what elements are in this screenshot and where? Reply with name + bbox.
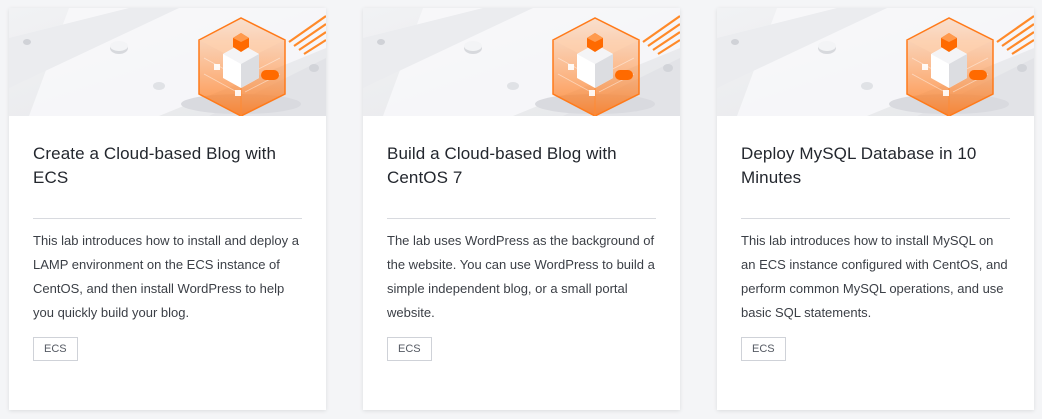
cloud-server-cube-illustration — [717, 8, 1034, 116]
cloud-server-cube-illustration — [363, 8, 680, 116]
product-tag[interactable]: ECS — [741, 337, 786, 361]
lab-card[interactable]: Create a Cloud-based Blog with ECS This … — [9, 8, 326, 410]
banner-image — [9, 8, 326, 116]
lab-card[interactable]: Build a Cloud-based Blog with CentOS 7 T… — [363, 8, 680, 410]
lab-card[interactable]: Deploy MySQL Database in 10 Minutes This… — [717, 8, 1034, 410]
card-divider — [387, 218, 656, 219]
banner-image — [717, 8, 1034, 116]
card-description: The lab uses WordPress as the background… — [387, 233, 655, 320]
card-title[interactable]: Deploy MySQL Database in 10 Minutes — [741, 142, 1010, 194]
product-tag[interactable]: ECS — [33, 337, 78, 361]
product-tag[interactable]: ECS — [387, 337, 432, 361]
banner-image — [363, 8, 680, 116]
card-divider — [33, 218, 302, 219]
card-title[interactable]: Create a Cloud-based Blog with ECS — [33, 142, 302, 194]
card-divider — [741, 218, 1010, 219]
card-title[interactable]: Build a Cloud-based Blog with CentOS 7 — [387, 142, 656, 194]
card-description: This lab introduces how to install MySQL… — [741, 233, 1008, 320]
cloud-server-cube-illustration — [9, 8, 326, 116]
card-description: This lab introduces how to install and d… — [33, 233, 299, 320]
lab-card-grid: Create a Cloud-based Blog with ECS This … — [0, 0, 1042, 419]
